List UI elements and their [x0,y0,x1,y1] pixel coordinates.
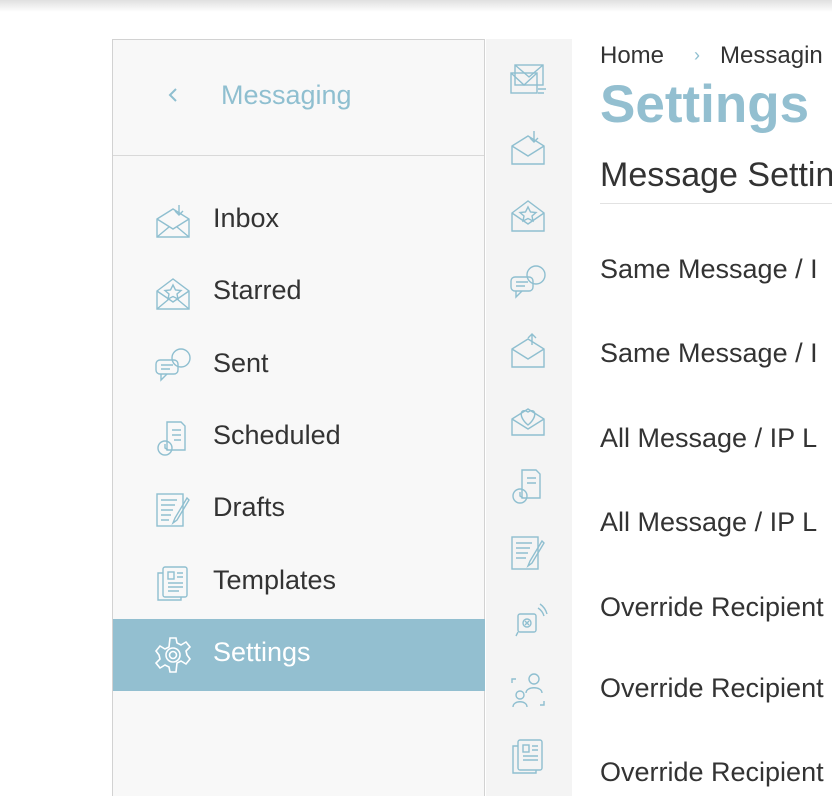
starred-icon[interactable] [508,195,548,235]
setting-row[interactable]: Override Recipient [600,673,824,704]
inbox-icon[interactable] [508,128,548,168]
subnav-header: Messaging [113,40,484,156]
setting-row[interactable]: Same Message / I [600,338,818,369]
breadcrumb-home-link[interactable]: Home [600,42,664,69]
section-divider [600,203,832,204]
templates-icon [153,563,193,603]
setting-row[interactable]: Same Message / I [600,254,818,285]
subnav-item-templates[interactable]: Templates [113,547,485,619]
subnav-title: Messaging [221,80,352,110]
subnav-item-label: Scheduled [213,420,341,450]
subnav-item-scheduled[interactable]: Scheduled [113,402,485,474]
sent-icon [153,346,193,386]
drafts-icon[interactable] [508,533,548,573]
app-window: Messaging Inbox Starred Sent Scheduled D… [0,0,832,796]
subnav-item-label: Sent [213,348,269,378]
scheduled-icon[interactable] [508,466,548,506]
starred-icon [153,273,193,313]
messaging-subnav: Messaging Inbox Starred Sent Scheduled D… [112,39,485,796]
setting-row[interactable]: All Message / IP L [600,507,817,538]
drafts-icon [153,490,193,530]
setting-row[interactable]: Override Recipient [600,757,824,788]
settings-icon [153,635,193,675]
subnav-item-label: Starred [213,275,302,305]
scheduled-icon [153,418,193,458]
inbox-icon [153,201,193,241]
subnav-item-sent[interactable]: Sent [113,330,485,402]
subnav-item-starred[interactable]: Starred [113,257,485,329]
subnav-item-drafts[interactable]: Drafts [113,474,485,546]
icon-rail [486,39,572,796]
subnav-item-inbox[interactable]: Inbox [113,185,485,257]
subnav-item-settings[interactable]: Settings [113,619,485,691]
page-title: Settings [600,75,810,134]
contacts-icon[interactable] [508,669,548,709]
setting-row[interactable]: All Message / IP L [600,423,817,454]
favorite-mail-icon[interactable] [508,399,548,439]
subnav-item-label: Settings [213,637,311,667]
templates-icon[interactable] [508,736,548,776]
subnav-item-label: Drafts [213,492,286,522]
subnav-item-label: Templates [213,565,337,595]
breadcrumb: Home › Messagin [600,42,823,70]
breadcrumb-chevron-icon: › [694,45,701,65]
sent-mail-icon[interactable] [508,331,548,371]
top-shadow [0,0,832,12]
setting-row[interactable]: Override Recipient [600,592,824,623]
chat-bubbles-icon[interactable] [508,263,548,303]
subnav-item-label: Inbox [213,203,280,233]
breadcrumb-current[interactable]: Messagin [720,42,823,69]
broadcast-icon[interactable] [508,602,548,642]
back-chevron-icon[interactable] [165,87,181,103]
compose-mail-icon[interactable] [508,59,548,99]
section-title: Message Settin [600,156,832,194]
